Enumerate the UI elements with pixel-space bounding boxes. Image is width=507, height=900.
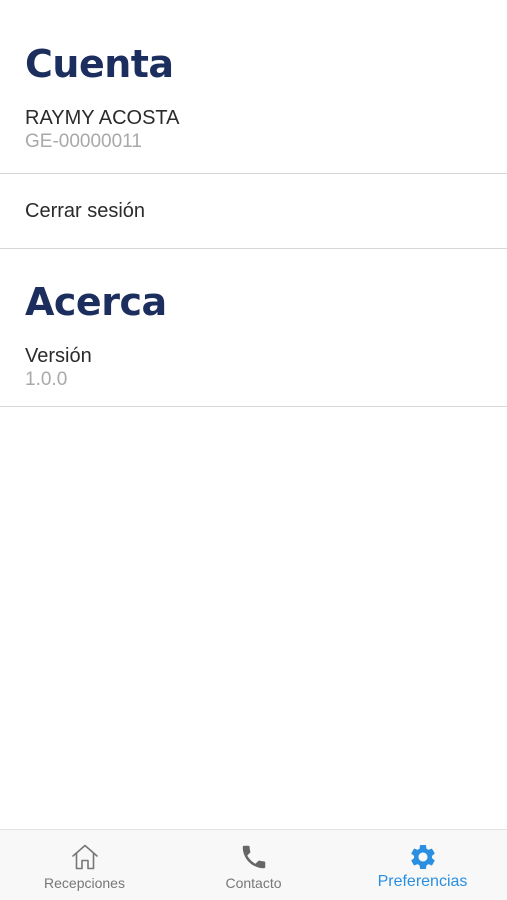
divider	[0, 406, 507, 407]
phone-icon	[242, 845, 265, 869]
tab-label: Preferencias	[377, 873, 468, 890]
home-icon	[71, 844, 98, 870]
logout-button[interactable]: Cerrar sesión	[25, 200, 145, 223]
account-section-title: Cuenta	[25, 42, 174, 86]
gear-icon	[410, 845, 435, 869]
tab-recepciones[interactable]: Recepciones	[0, 830, 169, 900]
user-name: RAYMY ACOSTA	[25, 107, 180, 129]
tab-contacto[interactable]: Contacto	[169, 830, 338, 900]
divider	[0, 173, 507, 174]
user-id: GE-00000011	[25, 131, 142, 152]
preferences-screen: Cuenta RAYMY ACOSTA GE-00000011 Cerrar s…	[0, 0, 507, 900]
bottom-tab-bar: Recepciones Contacto Preferencias	[0, 829, 507, 900]
about-section-title: Acerca	[25, 280, 167, 324]
version-value: 1.0.0	[25, 369, 68, 390]
divider	[0, 248, 507, 249]
tab-preferencias[interactable]: Preferencias	[338, 830, 507, 900]
version-label: Versión	[25, 345, 92, 367]
tab-label: Recepciones	[44, 875, 125, 891]
tab-label: Contacto	[225, 875, 282, 891]
